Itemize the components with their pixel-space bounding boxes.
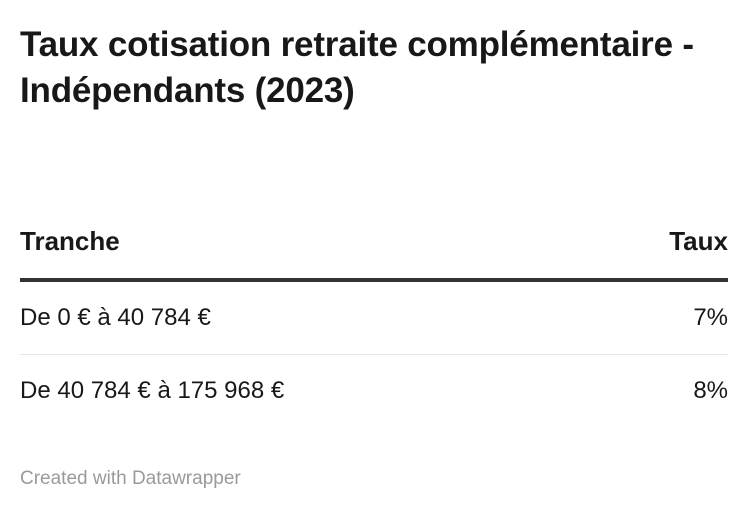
table-cell-tranche: De 40 784 € à 175 968 €: [20, 377, 285, 404]
footer-credit: Created with Datawrapper: [20, 468, 241, 489]
table-cell-taux: 7%: [599, 280, 728, 355]
table-header: Tranche Taux: [20, 226, 728, 282]
table-header-row: Tranche Taux: [20, 226, 728, 282]
column-header-taux: Taux: [599, 226, 728, 282]
table-cell-tranche: De 0 € à 40 784 €: [20, 280, 600, 355]
table-row: De 40 784 € à 175 968 € 8%: [20, 355, 728, 428]
chart-title: Taux cotisation retraite complémentaire …: [20, 25, 694, 110]
data-table: Tranche Taux De 0 € à 40 784 € 7% De 40 …: [20, 226, 728, 427]
chart-container: Taux cotisation retraite complémentaire …: [0, 0, 748, 514]
column-header-tranche: Tranche: [20, 226, 600, 282]
table-body: De 0 € à 40 784 € 7% De 40 784 € à 175 9…: [20, 280, 728, 427]
table-cell-taux: 8%: [693, 377, 728, 404]
table-row: De 0 € à 40 784 € 7%: [20, 280, 728, 355]
